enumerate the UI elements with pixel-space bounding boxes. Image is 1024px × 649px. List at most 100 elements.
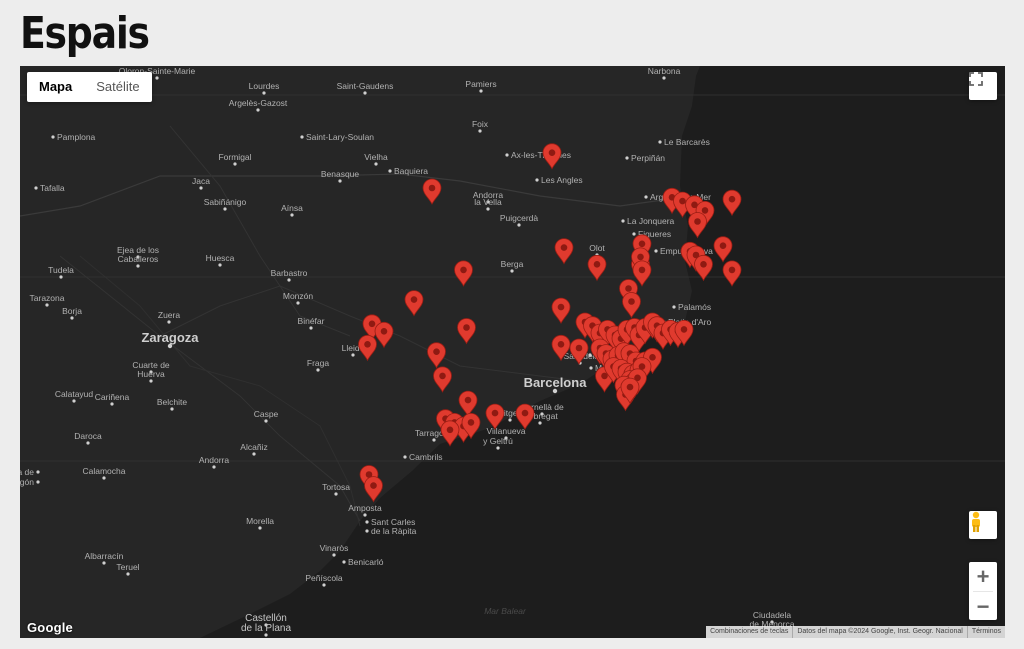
- place-dot: [167, 320, 171, 324]
- place-label: Barbastro: [271, 268, 308, 278]
- place-dot: [264, 419, 268, 423]
- place-label: Tarazona: [30, 293, 65, 303]
- place-dot: [486, 207, 490, 211]
- place-dot: [589, 366, 593, 370]
- place-label: Albarracín: [85, 551, 124, 561]
- place-dot: [136, 264, 140, 268]
- place-dot: [535, 178, 539, 182]
- place-dot: [322, 583, 326, 587]
- place-label: Vielha: [364, 152, 388, 162]
- place-dot: [102, 476, 106, 480]
- place-dot: [36, 470, 40, 474]
- place-label: Saint-Lary-Soulan: [306, 132, 374, 142]
- place-label: Saint-Gaudens: [337, 81, 394, 91]
- place-dot: [478, 129, 482, 133]
- zoom-control[interactable]: + −: [969, 562, 997, 620]
- place-label: Olot: [589, 243, 605, 253]
- place-label: y Geltrú: [483, 436, 513, 446]
- page-title: Espais: [20, 8, 150, 59]
- place-dot: [672, 305, 676, 309]
- zoom-in-button[interactable]: +: [969, 562, 997, 591]
- place-label: Daroca: [74, 431, 102, 441]
- place-label: Vinaròs: [320, 543, 349, 553]
- place-dot: [287, 278, 291, 282]
- terms-link[interactable]: Términos: [966, 626, 1005, 638]
- place-dot: [34, 186, 38, 190]
- place-label: Benasque: [321, 169, 360, 179]
- keyboard-shortcuts-link[interactable]: Combinaciones de teclas: [706, 626, 792, 638]
- place-label: Formigal: [218, 152, 251, 162]
- zoom-out-button[interactable]: −: [969, 592, 997, 621]
- fullscreen-button[interactable]: [969, 72, 997, 100]
- place-label: Pamiers: [465, 79, 496, 89]
- place-label: Benicarló: [348, 557, 384, 567]
- place-dot: [149, 379, 153, 383]
- place-dot: [70, 316, 74, 320]
- place-dot: [233, 162, 237, 166]
- place-label: Jaca: [192, 176, 210, 186]
- place-dot: [51, 135, 55, 139]
- google-logo: Google: [27, 620, 73, 635]
- place-dot: [632, 232, 636, 236]
- place-dot: [59, 275, 63, 279]
- place-dot: [300, 135, 304, 139]
- place-dot: [338, 179, 342, 183]
- place-dot: [658, 140, 662, 144]
- place-label: Tortosa: [322, 482, 350, 492]
- place-dot: [252, 452, 256, 456]
- place-dot: [167, 343, 173, 349]
- place-dot: [72, 399, 76, 403]
- map-canvas[interactable]: Oloron-Sainte-MarieLourdes Saint-Gaudens P…: [20, 66, 1005, 638]
- place-dot: [258, 526, 262, 530]
- place-dot: [342, 560, 346, 564]
- place-dot: [365, 520, 369, 524]
- place-dot: [644, 195, 648, 199]
- place-label: Les Angles: [541, 175, 583, 185]
- place-dot: [264, 633, 268, 637]
- place-label: de la Plana: [241, 623, 291, 634]
- place-label: Cambrils: [409, 452, 443, 462]
- place-label: Zuera: [158, 310, 180, 320]
- place-label: Andorra: [199, 455, 230, 465]
- place-dot: [588, 353, 592, 357]
- place-dot: [621, 219, 625, 223]
- place-dot: [374, 162, 378, 166]
- fullscreen-icon: [969, 72, 983, 86]
- place-dot: [316, 368, 320, 372]
- place-label: Borja: [62, 306, 82, 316]
- place-dot: [662, 76, 666, 80]
- place-dot: [432, 438, 436, 442]
- place-dot: [110, 402, 114, 406]
- place-label: Narbona: [648, 66, 681, 76]
- place-dot: [155, 76, 159, 80]
- map[interactable]: Oloron-Sainte-Marie Lourdes Saint-Gaudens P…: [20, 66, 1005, 638]
- street-view-pegman-button[interactable]: [969, 511, 997, 539]
- place-label: Zaragoza: [141, 330, 199, 345]
- place-dot: [517, 223, 521, 227]
- place-label: Baquiera: [394, 166, 428, 176]
- map-type-control[interactable]: Mapa Satélite: [27, 72, 152, 102]
- place-dot: [351, 353, 355, 357]
- place-label: Tudela: [48, 265, 74, 275]
- place-label: Le Barcarès: [664, 137, 710, 147]
- place-dot: [388, 169, 392, 173]
- map-type-mapa-button[interactable]: Mapa: [27, 72, 84, 102]
- place-label: Ax-les-Thermes: [511, 150, 571, 160]
- place-dot: [496, 446, 500, 450]
- map-data-credit: Datos del mapa ©2024 Google, Inst. Geogr…: [792, 626, 966, 638]
- map-type-satelite-button[interactable]: Satélite: [84, 72, 151, 102]
- map-attribution: Combinaciones de teclas Datos del mapa ©…: [706, 626, 1005, 638]
- place-dot: [296, 301, 300, 305]
- place-label: Lourdes: [249, 81, 280, 91]
- place-label: Calatayud: [55, 389, 94, 399]
- place-label: Palamós: [678, 302, 711, 312]
- place-label: Caballeros: [118, 254, 159, 264]
- place-dot: [363, 91, 367, 95]
- place-label: Fraga: [307, 358, 329, 368]
- place-dot: [625, 156, 629, 160]
- place-label: Barcelona: [524, 375, 588, 390]
- place-dot: [170, 407, 174, 411]
- place-dot: [290, 213, 294, 217]
- place-label: Binéfar: [298, 316, 325, 326]
- place-label: Cariñena: [95, 392, 130, 402]
